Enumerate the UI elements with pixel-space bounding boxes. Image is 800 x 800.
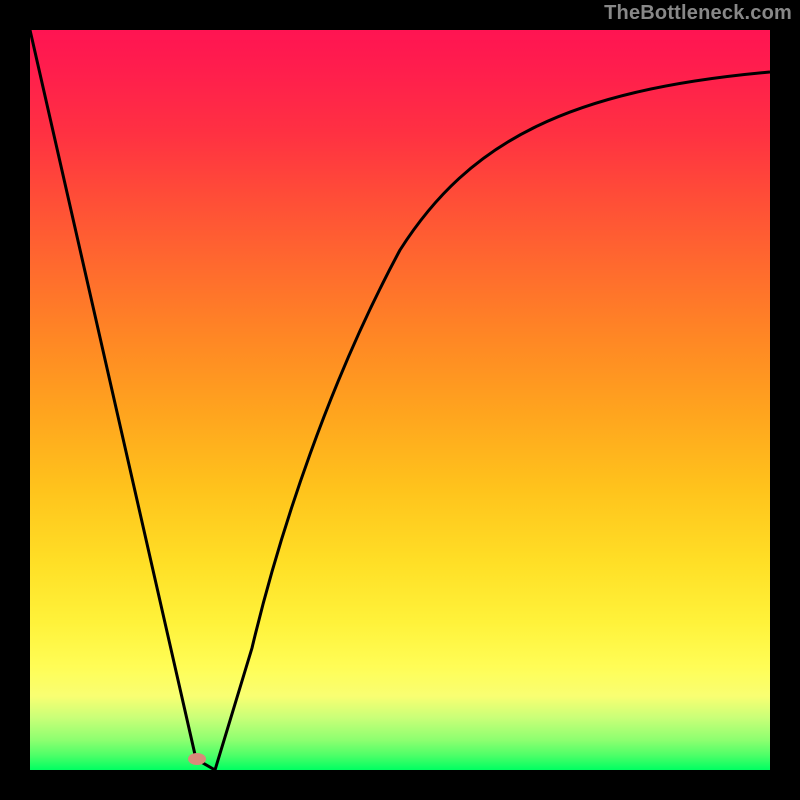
plot-area: [30, 30, 770, 770]
optimum-marker: [188, 753, 206, 765]
curve-svg: [30, 30, 770, 770]
attribution-label: TheBottleneck.com: [604, 2, 792, 25]
chart-container: TheBottleneck.com: [0, 0, 800, 800]
bottleneck-curve: [30, 30, 770, 770]
